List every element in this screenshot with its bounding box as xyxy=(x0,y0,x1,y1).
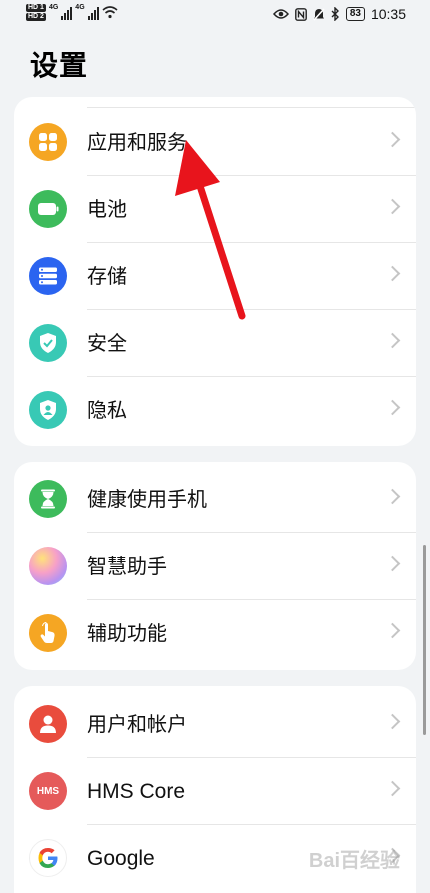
scrollbar[interactable] xyxy=(423,545,426,735)
settings-item-label: Google xyxy=(87,847,155,870)
network-type-2: 4G xyxy=(75,4,85,11)
network-type-1: 4G xyxy=(48,4,59,11)
watermark-logo: Bai百经验 xyxy=(308,850,400,872)
settings-item-label: 存储 xyxy=(87,264,127,288)
hourglass-icon xyxy=(29,480,67,518)
settings-item-storage[interactable]: 存储 xyxy=(14,243,416,310)
user-icon xyxy=(29,705,67,743)
hd-badges: HD 1 HD 2 xyxy=(26,4,46,21)
settings-item-label: 电池 xyxy=(87,197,127,221)
hd-badge-2: HD 2 xyxy=(26,13,46,21)
settings-item-label: 健康使用手机 xyxy=(87,487,207,511)
google-icon xyxy=(29,839,67,877)
hms-icon: HMS xyxy=(29,772,67,810)
hms-icon-text: HMS xyxy=(36,785,60,797)
chevron-right-icon xyxy=(384,265,401,282)
chevron-right-icon xyxy=(384,399,401,416)
settings-item-security[interactable]: 安全 xyxy=(14,310,416,377)
settings-item-label: 应用和服务 xyxy=(87,130,187,154)
status-left: HD 1 HD 2 4G 4G xyxy=(26,4,118,21)
storage-icon xyxy=(29,257,67,295)
chevron-right-icon xyxy=(384,488,401,505)
shield-check-icon xyxy=(29,324,67,362)
status-bar: HD 1 HD 2 4G 4G 83 10:35 xyxy=(0,0,430,34)
settings-item-smart-assistant[interactable]: 智慧助手 xyxy=(14,533,416,600)
settings-item-hms-core[interactable]: HMS HMS Core xyxy=(14,758,416,825)
chevron-right-icon xyxy=(384,555,401,572)
settings-item-battery[interactable]: 电池 xyxy=(14,176,416,243)
hd-badge-1: HD 1 xyxy=(26,4,46,12)
chevron-right-icon xyxy=(384,131,401,148)
settings-item-users-accounts[interactable]: 用户和帐户 xyxy=(14,691,416,758)
divider xyxy=(87,107,416,108)
settings-group-1: 应用和服务 电池 存储 安全 隐私 xyxy=(14,97,416,446)
settings-item-label: 智慧助手 xyxy=(87,554,167,578)
settings-item-label: HMS Core xyxy=(87,780,186,803)
battery-level: 83 xyxy=(345,7,365,21)
clock: 10:35 xyxy=(370,6,406,22)
settings-item-accessibility[interactable]: 辅助功能 xyxy=(14,600,416,667)
chevron-right-icon xyxy=(384,713,401,730)
settings-item-label: 隐私 xyxy=(87,398,127,422)
settings-item-label: 辅助功能 xyxy=(87,621,167,645)
nfc-icon xyxy=(294,7,307,21)
status-right: 83 10:35 xyxy=(272,6,406,22)
chevron-right-icon xyxy=(384,780,401,797)
assistant-icon xyxy=(29,547,67,585)
settings-screen: HD 1 HD 2 4G 4G 83 10:35 设置 应用和服务 电池 存储 … xyxy=(0,0,430,893)
settings-item-apps-services[interactable]: 应用和服务 xyxy=(14,109,416,176)
settings-item-label: 用户和帐户 xyxy=(87,712,187,736)
battery-icon xyxy=(29,190,67,228)
chevron-right-icon xyxy=(384,198,401,215)
chevron-right-icon xyxy=(384,622,401,639)
settings-item-label: 安全 xyxy=(87,331,127,355)
privacy-icon xyxy=(29,391,67,429)
hand-icon xyxy=(29,614,67,652)
wifi-icon xyxy=(102,6,118,19)
bluetooth-icon xyxy=(331,7,339,21)
apps-icon xyxy=(29,123,67,161)
signal-icon-2 xyxy=(87,6,99,20)
settings-item-privacy[interactable]: 隐私 xyxy=(14,377,416,444)
page-title: 设置 xyxy=(30,49,89,82)
settings-item-digital-balance[interactable]: 健康使用手机 xyxy=(14,466,416,533)
eye-icon xyxy=(272,9,289,19)
vibrate-icon xyxy=(313,7,325,21)
signal-icon xyxy=(61,6,73,20)
chevron-right-icon xyxy=(384,332,401,349)
settings-group-2: 健康使用手机 智慧助手 辅助功能 xyxy=(14,462,416,670)
